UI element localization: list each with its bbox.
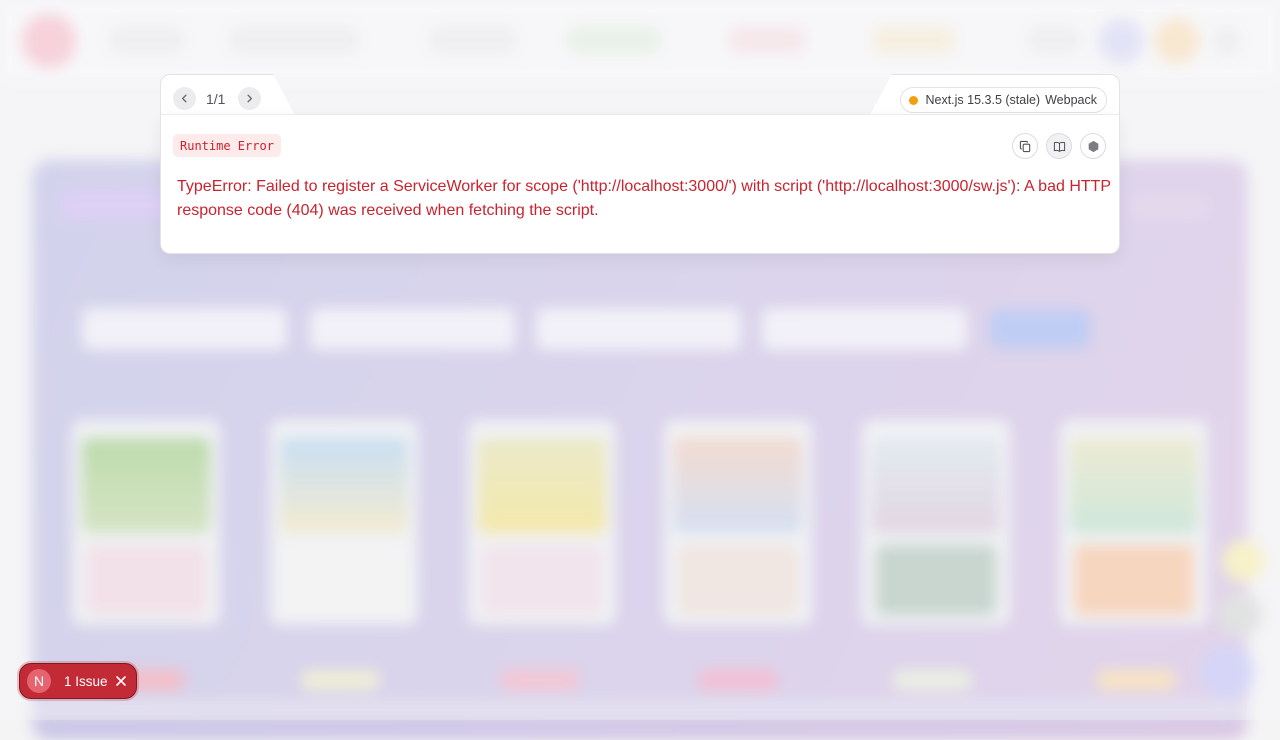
docs-book-icon — [1053, 141, 1065, 152]
copy-error-button[interactable] — [1012, 133, 1038, 159]
nextjs-logo-icon[interactable]: N — [27, 669, 51, 693]
open-docs-button[interactable] — [1046, 133, 1072, 159]
chevron-left-icon — [181, 94, 187, 103]
copy-icon — [1019, 140, 1030, 152]
build-info-tab: Next.js 15.3.5 (stale) Webpack — [891, 74, 1120, 116]
node-inspector-button[interactable] — [1080, 133, 1106, 159]
framework-version: Next.js 15.3.5 (stale) — [925, 93, 1041, 107]
stale-status-dot-icon — [909, 95, 919, 105]
previous-error-button[interactable] — [173, 87, 196, 110]
error-type-label: Runtime Error — [173, 134, 281, 157]
error-dialog-header: 1/1 Next.js 15.3.5 (stale) Webpack — [160, 74, 1120, 116]
close-icon[interactable] — [115, 675, 127, 687]
next-error-button[interactable] — [238, 87, 261, 110]
error-pagination: 1/1 — [160, 74, 274, 116]
version-staleness-indicator[interactable]: Next.js 15.3.5 (stale) Webpack — [900, 87, 1107, 113]
error-dialog: Runtime Error TypeError: Failed to regis… — [160, 114, 1120, 254]
bundler-name: Webpack — [1045, 93, 1097, 107]
issues-badge[interactable]: N 1 Issue — [19, 663, 137, 699]
issue-count-label[interactable]: 1 Issue — [64, 674, 108, 689]
error-counter: 1/1 — [206, 91, 226, 107]
nodejs-hexagon-icon — [1088, 140, 1098, 152]
error-message: TypeError: Failed to register a ServiceW… — [177, 178, 1111, 219]
chevron-right-icon — [247, 94, 253, 103]
